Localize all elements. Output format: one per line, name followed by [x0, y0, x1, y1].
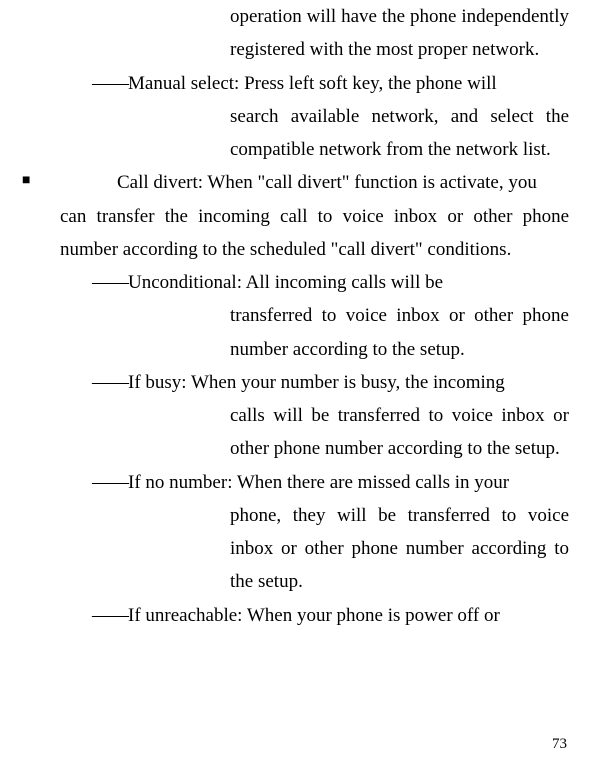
page-number: 73 — [552, 736, 567, 753]
dash-prefix: —— — [92, 605, 128, 626]
document-content: operation will have the phone independen… — [20, 0, 569, 632]
if-no-number-item: ——If no number: When there are missed ca… — [92, 466, 569, 499]
if-unreachable-first: If unreachable: When your phone is power… — [128, 605, 500, 626]
bullet-first-line: Call divert: When "call divert" function… — [95, 166, 569, 199]
manual-select-cont: search available network, and select the… — [230, 100, 569, 167]
unconditional-first: Unconditional: All incoming calls will b… — [128, 272, 443, 293]
bullet-row: ■ Call divert: When "call divert" functi… — [20, 166, 569, 199]
if-busy-cont: calls will be transferred to voice inbox… — [230, 399, 569, 466]
dash-prefix: —— — [92, 272, 128, 293]
bullet-marker: ■ — [20, 166, 35, 197]
continuation-text: operation will have the phone independen… — [230, 0, 569, 67]
if-busy-item: ——If busy: When your number is busy, the… — [92, 366, 569, 399]
unconditional-cont: transferred to voice inbox or other phon… — [230, 299, 569, 366]
unconditional-item: ——Unconditional: All incoming calls will… — [92, 266, 569, 299]
bullet-cont: can transfer the incoming call to voice … — [60, 200, 569, 267]
if-no-number-cont: phone, they will be transferred to voice… — [230, 499, 569, 599]
if-no-number-first: If no number: When there are missed call… — [128, 472, 509, 493]
dash-prefix: —— — [92, 73, 128, 94]
dash-prefix: —— — [92, 372, 128, 393]
if-busy-first: If busy: When your number is busy, the i… — [128, 372, 505, 393]
manual-select-first: Manual select: Press left soft key, the … — [128, 73, 497, 94]
if-unreachable-item: ——If unreachable: When your phone is pow… — [92, 599, 569, 632]
dash-prefix: —— — [92, 472, 128, 493]
manual-select-item: ——Manual select: Press left soft key, th… — [92, 67, 569, 100]
